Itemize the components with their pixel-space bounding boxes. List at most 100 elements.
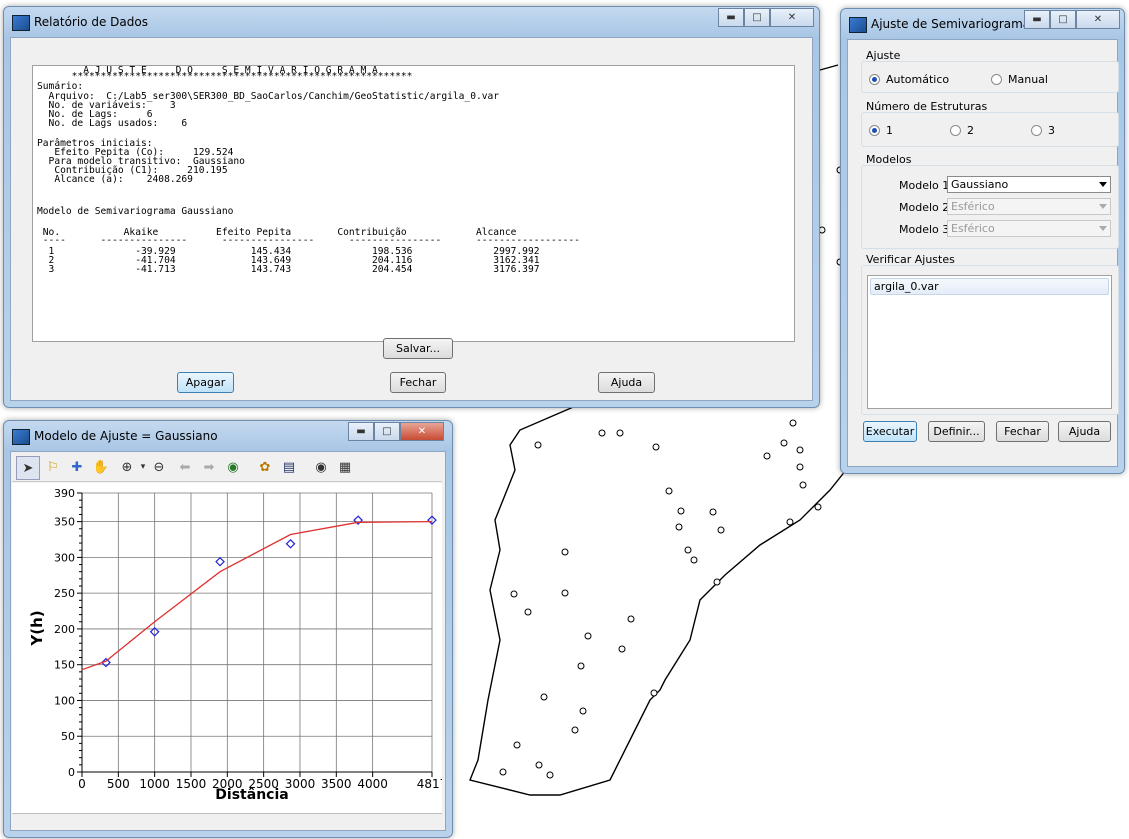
- sample-point: [513, 741, 521, 749]
- forward-arrow-icon[interactable]: ➡: [198, 456, 220, 478]
- struct-label-2[interactable]: 2: [967, 124, 974, 137]
- minimize-icon[interactable]: ▬: [1024, 10, 1050, 29]
- sample-point: [717, 526, 725, 534]
- x-tick-label: 1000: [139, 777, 170, 791]
- model3-select[interactable]: Esférico: [947, 220, 1111, 237]
- palette-icon[interactable]: ✿: [254, 456, 276, 478]
- zoom-out-icon[interactable]: ⊖: [148, 456, 170, 478]
- help-button[interactable]: Ajuda: [598, 372, 655, 393]
- manual-label[interactable]: Manual: [1008, 73, 1048, 86]
- help-button[interactable]: Ajuda: [1058, 421, 1111, 442]
- auto-radio[interactable]: [869, 74, 880, 85]
- model2-select[interactable]: Esférico: [947, 198, 1111, 215]
- report-line: Alcance (a): 2408.269: [37, 174, 193, 185]
- close-icon[interactable]: ✕: [1076, 10, 1120, 29]
- sample-point: [510, 590, 518, 598]
- struct-label-3[interactable]: 3: [1048, 124, 1055, 137]
- x-tick-label: 3500: [321, 777, 352, 791]
- close-button[interactable]: Fechar: [996, 421, 1049, 442]
- close-icon[interactable]: ✕: [400, 422, 444, 441]
- back-arrow-icon[interactable]: ⬅: [174, 456, 196, 478]
- sample-point: [780, 439, 788, 447]
- save-icon[interactable]: ▤: [278, 456, 300, 478]
- report-text-area[interactable]: A J U S T E D O S E M I V A R I O G R A …: [32, 65, 795, 342]
- camera-icon[interactable]: ◉: [310, 456, 332, 478]
- run-button[interactable]: Executar: [863, 421, 917, 442]
- verify-list[interactable]: argila_0.var: [867, 275, 1112, 409]
- sample-point: [652, 443, 660, 451]
- chart-window: Modelo de Ajuste = Gaussiano ▬ □ ✕ ➤ ⚐ ✚…: [3, 420, 453, 838]
- minimize-icon[interactable]: ▬: [718, 8, 744, 27]
- map-boundary-top: [819, 64, 839, 71]
- report-line: Modelo de Semivariograma Gaussiano: [37, 206, 234, 217]
- report-titlebar[interactable]: Relatório de Dados ▬ □ ✕: [4, 7, 819, 35]
- manual-radio[interactable]: [991, 74, 1002, 85]
- x-tick-label: 3000: [285, 777, 316, 791]
- sample-point: [546, 771, 554, 779]
- sample-point: [535, 761, 543, 769]
- y-tick-label: 0: [68, 766, 75, 779]
- app-icon: [849, 17, 867, 33]
- struct-label-1[interactable]: 1: [886, 124, 893, 137]
- y-tick-label: 350: [54, 516, 75, 529]
- sample-point: [713, 578, 721, 586]
- maximize-icon[interactable]: □: [374, 422, 400, 441]
- sample-point: [627, 615, 635, 623]
- semivariogram-chart[interactable]: 0500100015002000250030003500400048170501…: [12, 483, 442, 813]
- close-icon[interactable]: ✕: [770, 8, 814, 27]
- model2-value: Esférico: [951, 200, 995, 213]
- sample-point: [665, 487, 673, 495]
- struct-radio-3[interactable]: [1031, 125, 1042, 136]
- report-line: No. de Lags usados: 6: [37, 118, 188, 129]
- sample-point: [571, 726, 579, 734]
- select-icon[interactable]: ⚐: [42, 456, 64, 478]
- model3-value: Esférico: [951, 222, 995, 235]
- sample-point: [786, 518, 794, 526]
- sample-point: [709, 508, 717, 516]
- pointer-icon[interactable]: ➤: [16, 456, 40, 480]
- pan-hand-icon[interactable]: ✋: [90, 456, 112, 478]
- sample-point: [796, 446, 804, 454]
- sample-point: [650, 689, 658, 697]
- app-icon: [12, 15, 30, 31]
- crosshair-icon[interactable]: ✚: [66, 456, 88, 478]
- report-line: ****************************************…: [37, 71, 413, 82]
- sample-point: [577, 662, 585, 670]
- globe-icon[interactable]: ◉: [222, 456, 244, 478]
- chart-toolbar: ➤ ⚐ ✚ ✋ ⊕ ▾ ⊖ ⬅ ➡ ◉ ✿ ▤ ◉ ▦: [12, 453, 442, 482]
- x-tick-label: 4000: [357, 777, 388, 791]
- close-button[interactable]: Fechar: [390, 372, 446, 393]
- sample-point: [561, 589, 569, 597]
- y-tick-label: 150: [54, 659, 75, 672]
- model1-select[interactable]: Gaussiano: [947, 176, 1111, 193]
- sample-point: [584, 632, 592, 640]
- sample-point: [534, 441, 542, 449]
- x-axis-label: Distância: [215, 787, 288, 803]
- minimize-icon[interactable]: ▬: [348, 422, 374, 441]
- struct-radio-1[interactable]: [869, 125, 880, 136]
- report-title: Relatório de Dados: [34, 15, 148, 29]
- list-item[interactable]: argila_0.var: [870, 278, 1109, 295]
- fit-titlebar[interactable]: Ajuste de Semivariograma ▬ □ ✕: [841, 9, 1124, 37]
- save-button[interactable]: Salvar...: [383, 338, 453, 359]
- sample-point: [799, 481, 807, 489]
- fit-title: Ajuste de Semivariograma: [871, 17, 1031, 31]
- auto-label[interactable]: Automático: [886, 73, 949, 86]
- sample-point: [789, 419, 797, 427]
- x-tick-label: 500: [107, 777, 130, 791]
- chevron-down-icon: [1099, 226, 1107, 231]
- maximize-icon[interactable]: □: [1050, 10, 1076, 29]
- model1-value: Gaussiano: [951, 178, 1009, 191]
- maximize-icon[interactable]: □: [744, 8, 770, 27]
- clear-button[interactable]: Apagar: [177, 372, 234, 393]
- y-tick-label: 250: [54, 587, 75, 600]
- define-button[interactable]: Definir...: [928, 421, 985, 442]
- report-window: Relatório de Dados ▬ □ ✕ A J U S T E D O…: [3, 6, 820, 408]
- chart-titlebar[interactable]: Modelo de Ajuste = Gaussiano ▬ □ ✕: [4, 421, 452, 449]
- struct-radio-2[interactable]: [950, 125, 961, 136]
- table-icon[interactable]: ▦: [334, 456, 356, 478]
- sample-point: [598, 429, 606, 437]
- sample-point: [814, 503, 822, 511]
- structures-group: [861, 112, 1119, 147]
- chevron-down-icon: [1099, 204, 1107, 209]
